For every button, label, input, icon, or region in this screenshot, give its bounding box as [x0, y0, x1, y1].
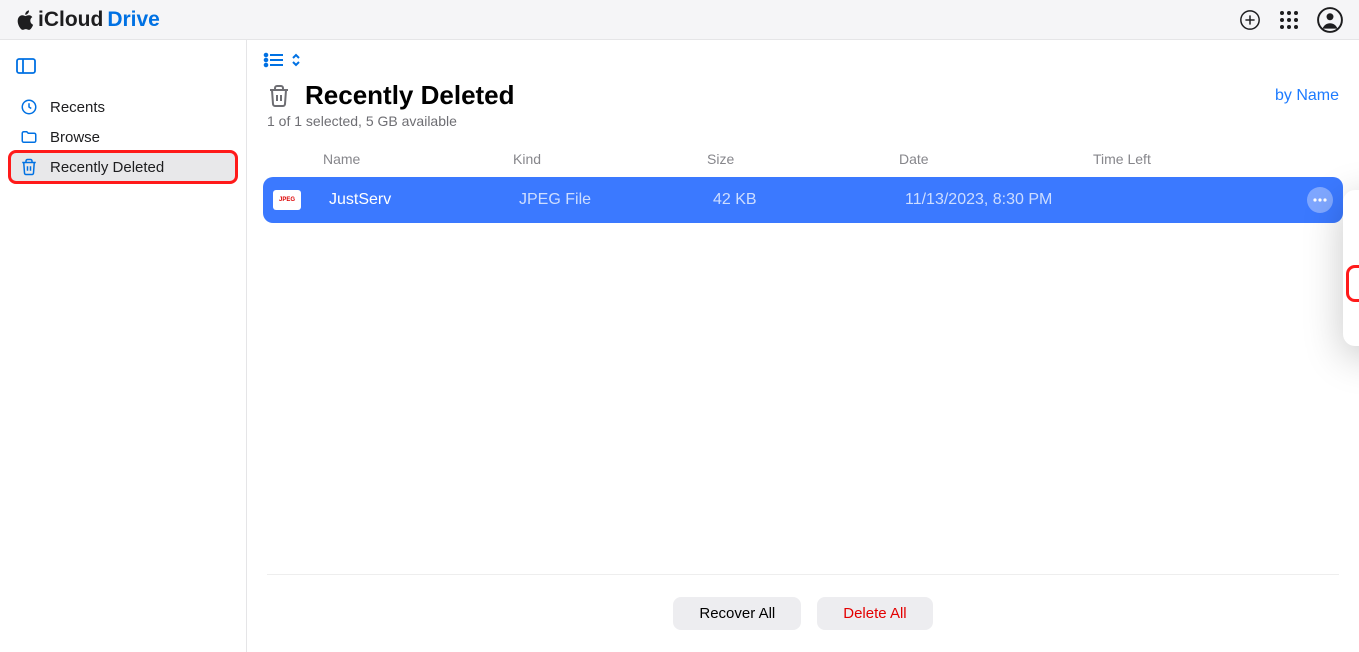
cell-name: JustServ	[329, 191, 519, 209]
brand: iCloud Drive	[16, 8, 160, 32]
cell-size: 42 KB	[713, 191, 905, 209]
sidebar-item-recents[interactable]: Recents	[10, 92, 236, 122]
page-title: Recently Deleted	[305, 80, 515, 111]
menu-recover[interactable]: Recover	[1349, 268, 1359, 299]
sidebar-item-label: Recents	[50, 99, 105, 116]
trash-icon	[267, 84, 291, 108]
menu-preview[interactable]: Preview	[1349, 198, 1359, 229]
delete-all-button[interactable]: Delete All	[817, 597, 932, 630]
clock-icon	[20, 98, 38, 116]
apple-logo-icon	[16, 10, 34, 30]
view-mode-button[interactable]	[263, 52, 301, 68]
col-name[interactable]: Name	[323, 151, 513, 167]
sidebar-toggle-icon[interactable]	[16, 58, 236, 74]
col-size[interactable]: Size	[707, 151, 899, 167]
trash-icon	[20, 158, 38, 176]
context-menu: Preview Details Recover Delete Fo	[1343, 190, 1359, 346]
sidebar-item-label: Recently Deleted	[50, 159, 164, 176]
table-row[interactable]: JPEG JustServ JPEG File 42 KB 11/13/2023…	[263, 177, 1343, 223]
sidebar: Recents Browse Recently Deleted	[0, 40, 247, 652]
file-thumbnail: JPEG	[273, 190, 329, 210]
table-header: Name Kind Size Date Time Left	[247, 143, 1359, 177]
sidebar-item-label: Browse	[50, 129, 100, 146]
cell-date: 11/13/2023, 8:30 PM	[905, 191, 1099, 209]
recover-all-button[interactable]: Recover All	[673, 597, 801, 630]
footer-actions: Recover All Delete All	[267, 574, 1339, 630]
app-header: iCloud Drive	[0, 0, 1359, 40]
sidebar-item-browse[interactable]: Browse	[10, 122, 236, 152]
header-actions	[1239, 7, 1343, 33]
selection-info: 1 of 1 selected, 5 GB available	[247, 111, 1359, 143]
cell-kind: JPEG File	[519, 191, 713, 209]
menu-details[interactable]: Details	[1349, 229, 1359, 260]
folder-icon	[20, 128, 38, 146]
apps-grid-icon[interactable]	[1279, 10, 1299, 30]
toolbar	[247, 40, 1359, 74]
col-date[interactable]: Date	[899, 151, 1093, 167]
col-time-left[interactable]: Time Left	[1093, 151, 1279, 167]
sidebar-item-recently-deleted[interactable]: Recently Deleted	[10, 152, 236, 182]
add-icon[interactable]	[1239, 9, 1261, 31]
brand-icloud: iCloud	[38, 8, 103, 32]
sort-button[interactable]: by Name	[1275, 87, 1339, 105]
account-icon[interactable]	[1317, 7, 1343, 33]
content-area: Recently Deleted by Name 1 of 1 selected…	[247, 40, 1359, 652]
brand-drive: Drive	[107, 8, 160, 32]
row-more-button[interactable]	[1307, 187, 1333, 213]
col-kind[interactable]: Kind	[513, 151, 707, 167]
menu-delete-forever[interactable]: Delete Forever…	[1349, 307, 1359, 338]
